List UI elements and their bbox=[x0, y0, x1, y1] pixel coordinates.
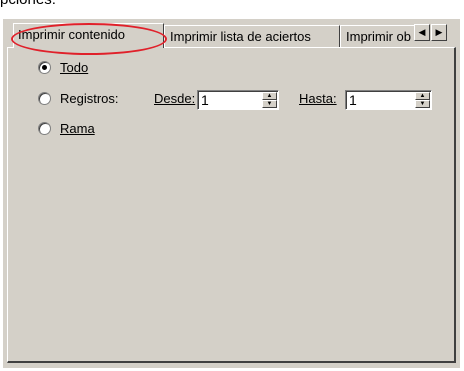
option-todo-label: Todo bbox=[60, 60, 89, 75]
hasta-label: Hasta: bbox=[299, 91, 337, 106]
option-rama-label: Rama bbox=[60, 121, 95, 136]
hasta-value: 1 bbox=[349, 92, 357, 108]
tab-label: Imprimir ob bbox=[346, 29, 412, 44]
radio-registros[interactable] bbox=[38, 92, 51, 105]
desde-spin-up-button[interactable]: ▲ bbox=[262, 92, 277, 100]
tab-scroll-right-button[interactable]: ▶ bbox=[431, 24, 447, 41]
desde-spin-down-button[interactable]: ▼ bbox=[262, 100, 277, 108]
hasta-spin-up-button[interactable]: ▲ bbox=[415, 92, 430, 100]
partial-header-text: pciones: bbox=[0, 0, 56, 8]
hasta-spin-down-button[interactable]: ▼ bbox=[415, 100, 430, 108]
tab-label: Imprimir lista de aciertos bbox=[170, 29, 311, 44]
arrow-right-icon: ▶ bbox=[435, 27, 443, 37]
option-registros-label: Registros: bbox=[60, 91, 119, 106]
tab-imprimir-lista-de-aciertos[interactable]: Imprimir lista de aciertos bbox=[164, 25, 340, 47]
tab-imprimir-ob[interactable]: Imprimir ob bbox=[340, 25, 415, 47]
options-dialog: Imprimir contenido Imprimir lista de aci… bbox=[3, 19, 460, 368]
arrow-left-icon: ◀ bbox=[418, 27, 426, 37]
tab-label: Imprimir contenido bbox=[18, 27, 125, 42]
spin-down-icon: ▼ bbox=[266, 101, 273, 107]
radio-todo[interactable] bbox=[38, 61, 51, 74]
spin-up-icon: ▲ bbox=[266, 93, 273, 99]
spin-down-icon: ▼ bbox=[419, 101, 426, 107]
desde-spinbox[interactable]: 1 ▲ ▼ bbox=[197, 90, 279, 110]
desde-value: 1 bbox=[201, 92, 209, 108]
radio-selected-dot bbox=[42, 65, 47, 70]
spin-up-icon: ▲ bbox=[419, 93, 426, 99]
tab-panel: Todo Registros: Desde: 1 ▲ ▼ Hasta: 1 ▲ … bbox=[7, 47, 456, 363]
hasta-spinbox[interactable]: 1 ▲ ▼ bbox=[345, 90, 432, 110]
desde-label: Desde: bbox=[154, 91, 196, 106]
radio-rama[interactable] bbox=[38, 122, 51, 135]
tab-imprimir-contenido[interactable]: Imprimir contenido bbox=[13, 23, 164, 48]
tab-scroll-left-button[interactable]: ◀ bbox=[414, 24, 430, 41]
